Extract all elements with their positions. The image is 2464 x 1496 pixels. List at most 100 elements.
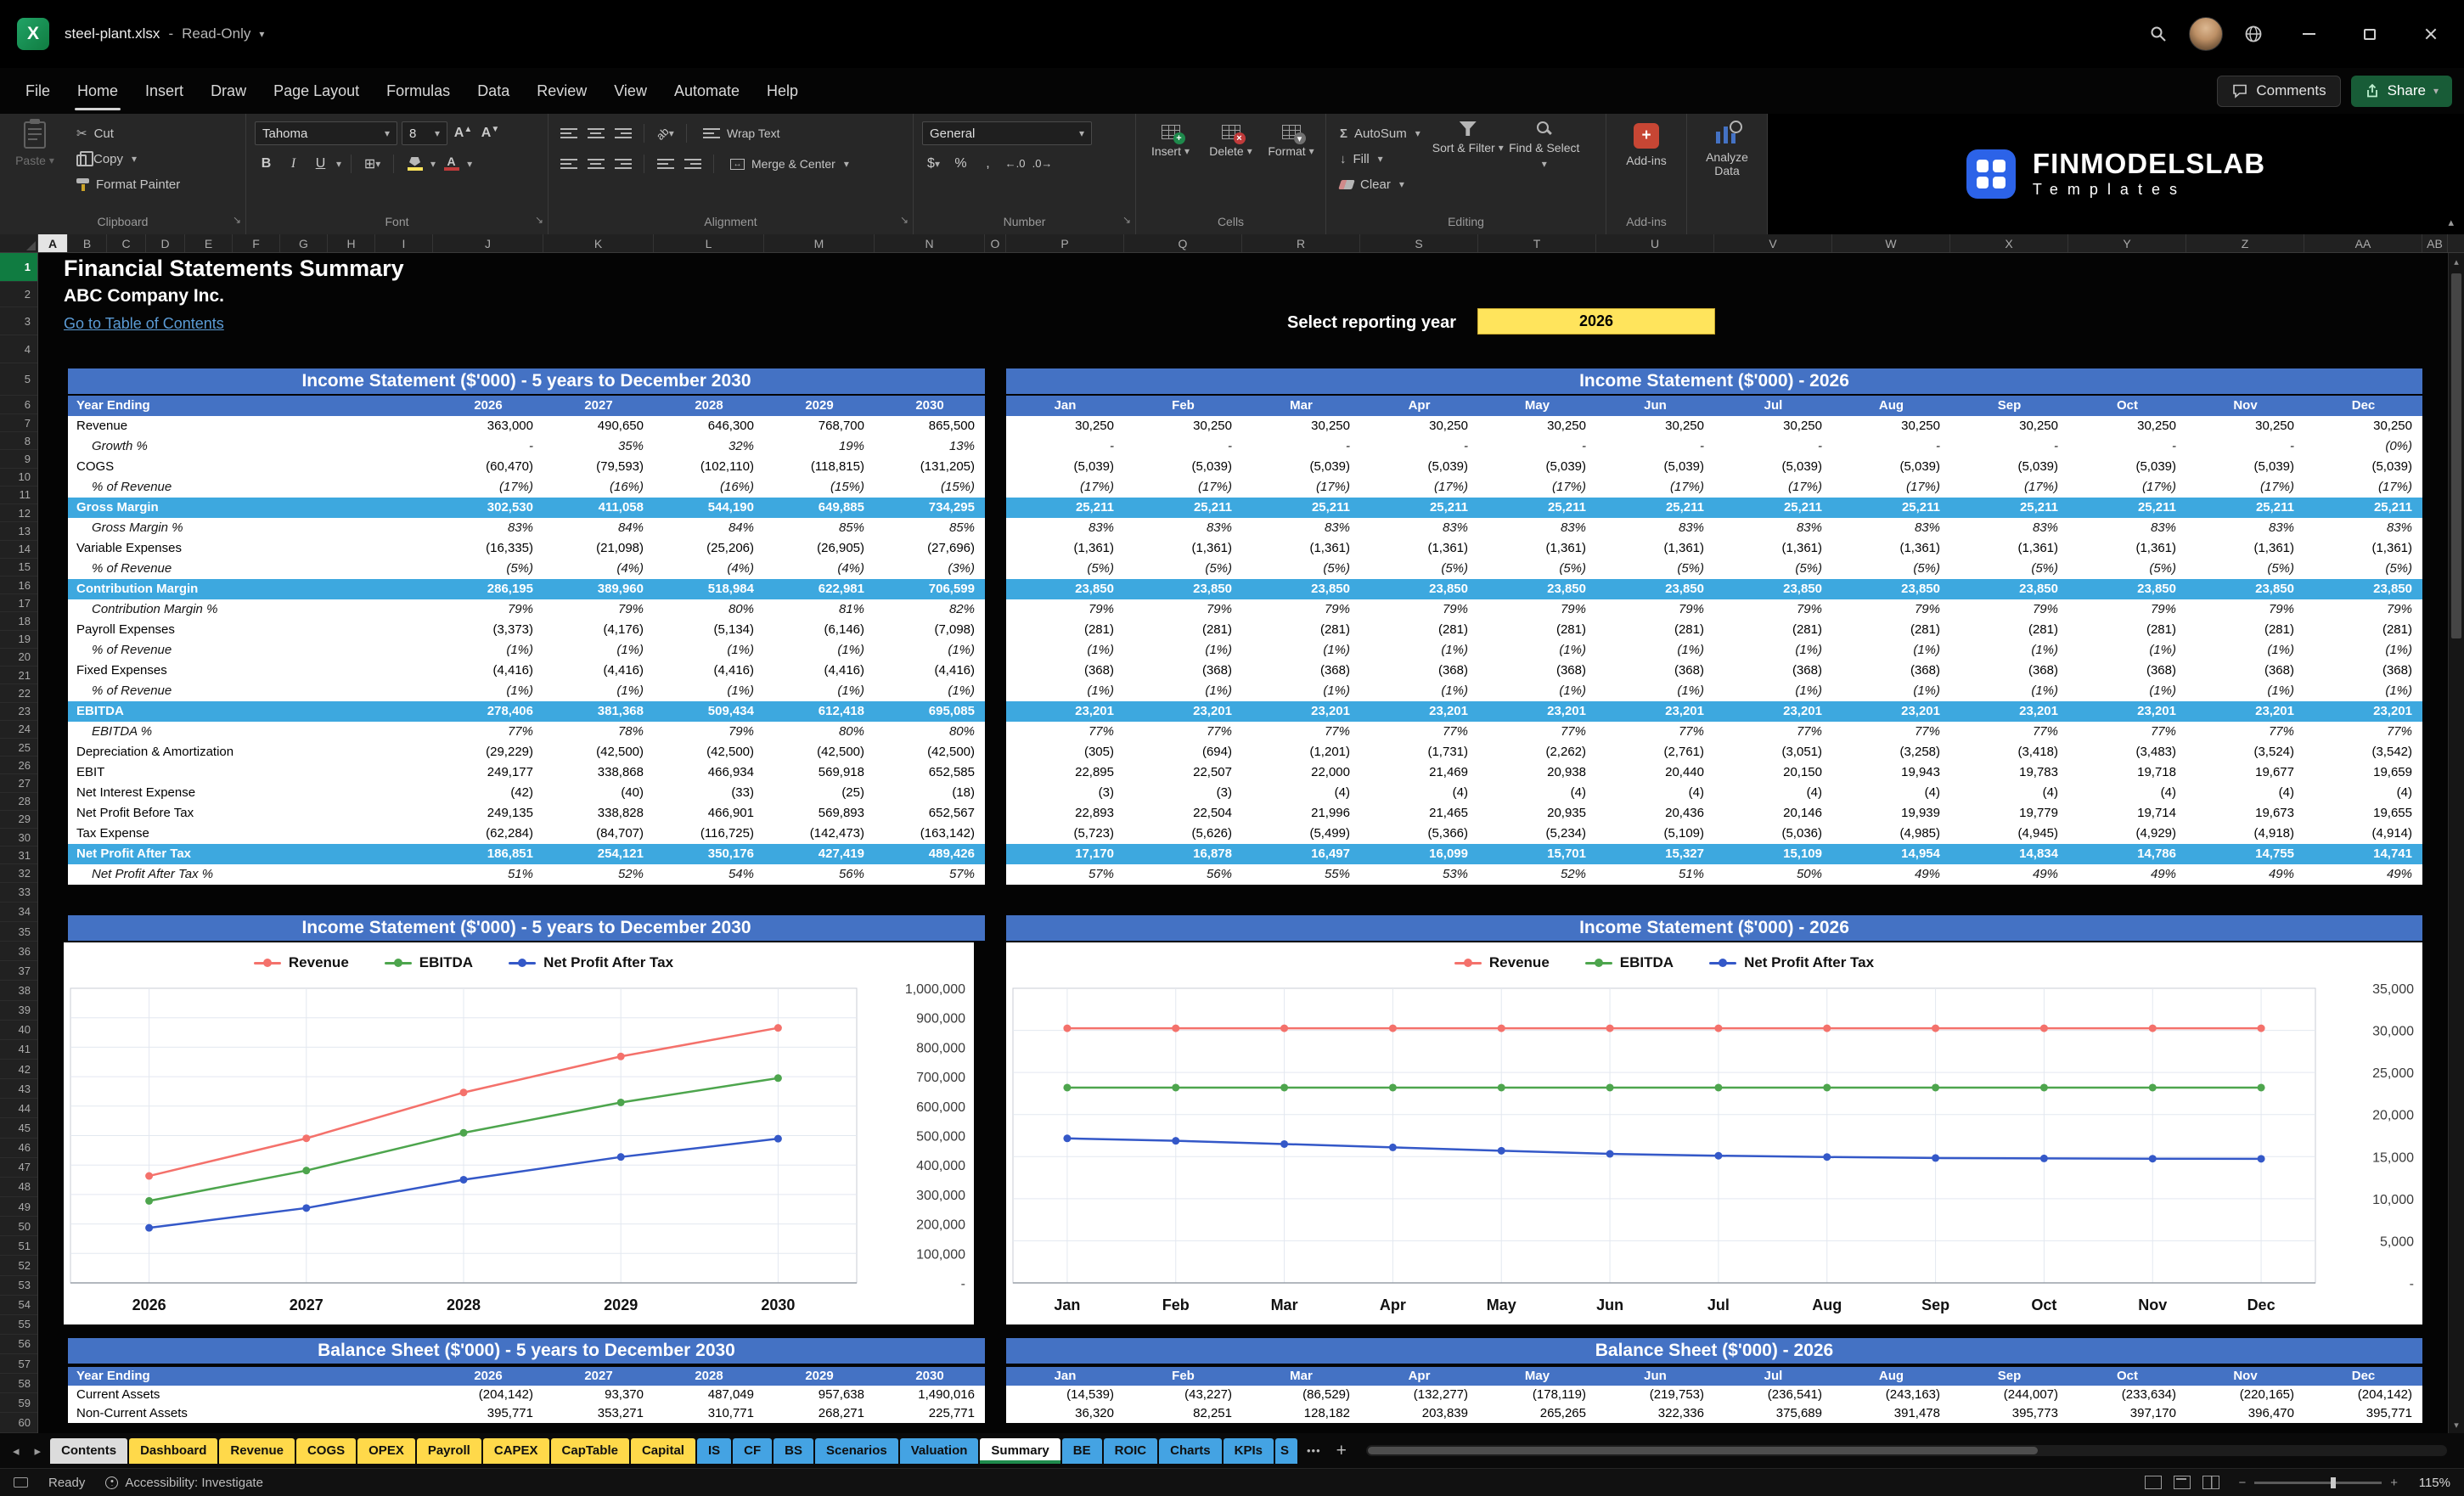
table-cell[interactable]: (1%) <box>1242 640 1360 661</box>
table-cell[interactable]: - <box>2186 436 2304 457</box>
table-cell[interactable]: (1,361) <box>1124 538 1242 559</box>
table-cell[interactable]: 23,850 <box>2304 579 2422 599</box>
table-cell[interactable]: - <box>1006 436 1124 457</box>
table-cell[interactable]: Dec <box>2304 396 2422 416</box>
table-cell[interactable]: 57% <box>1006 864 1124 885</box>
table-cell[interactable]: 14,954 <box>1832 844 1950 864</box>
table-cell[interactable]: - <box>1832 436 1950 457</box>
table-cell[interactable]: (18) <box>875 783 985 803</box>
table-cell[interactable]: 83% <box>2068 518 2186 538</box>
table-cell[interactable]: 30,250 <box>1596 416 1714 436</box>
table-cell[interactable]: (62,284) <box>433 824 543 844</box>
table-cell[interactable]: 77% <box>1124 722 1242 742</box>
table-cell[interactable]: 23,850 <box>2186 579 2304 599</box>
column-header-f[interactable]: F <box>233 234 280 252</box>
table-cell[interactable]: (368) <box>2068 661 2186 681</box>
row-header-60[interactable]: 60 <box>0 1413 37 1432</box>
table-cell[interactable]: 77% <box>1478 722 1596 742</box>
chart-annual[interactable]: RevenueEBITDANet Profit After Tax-100,00… <box>64 942 974 1324</box>
table-cell[interactable]: (204,142) <box>433 1386 543 1404</box>
table-cell[interactable]: 19,718 <box>2068 762 2186 783</box>
table-cell[interactable]: (5%) <box>1360 559 1478 579</box>
table-cell[interactable]: 23,201 <box>1832 701 1950 722</box>
wrap-text-button[interactable]: Wrap Text <box>696 121 787 145</box>
table-cell[interactable]: 396,470 <box>2186 1404 2304 1423</box>
sheet-tab-cf[interactable]: CF <box>733 1438 772 1464</box>
zoom-in-icon[interactable]: + <box>2390 1476 2398 1490</box>
row-header-45[interactable]: 45 <box>0 1118 37 1138</box>
tab-scroll-left-button[interactable]: ◂ <box>7 1443 25 1459</box>
table-cell[interactable]: 957,638 <box>764 1386 875 1404</box>
table-cell[interactable]: 2028 <box>654 396 764 416</box>
table-cell[interactable]: (5,039) <box>1714 457 1832 477</box>
table-cell[interactable]: (5,499) <box>1242 824 1360 844</box>
row-header-14[interactable]: 14 <box>0 541 37 559</box>
table-cell[interactable]: (694) <box>1124 742 1242 762</box>
table-cell[interactable]: (7,098) <box>875 620 985 640</box>
avatar[interactable] <box>2189 17 2223 51</box>
table-cell[interactable]: (3,373) <box>433 620 543 640</box>
table-cell[interactable]: 83% <box>1124 518 1242 538</box>
table-cell[interactable]: 23,850 <box>1124 579 1242 599</box>
menu-tab-insert[interactable]: Insert <box>132 68 197 114</box>
table-cell[interactable]: 30,250 <box>1950 416 2068 436</box>
row-header-8[interactable]: 8 <box>0 432 37 450</box>
scroll-down-icon[interactable]: ▾ <box>2449 1416 2464 1433</box>
increase-decimal-button[interactable]: ←.0 <box>1004 152 1027 175</box>
table-cell[interactable]: 20,935 <box>1478 803 1596 824</box>
borders-button[interactable]: ⊞▾ <box>361 152 384 175</box>
table-cell[interactable]: 265,265 <box>1478 1404 1596 1423</box>
table-cell[interactable]: Non-Current Assets <box>68 1404 433 1423</box>
row-header-25[interactable]: 25 <box>0 739 37 756</box>
sheet-tab-summary[interactable]: Summary <box>980 1438 1060 1464</box>
table-cell[interactable]: Nov <box>2186 1367 2304 1386</box>
table-cell[interactable]: 25,211 <box>1478 498 1596 518</box>
align-top-button[interactable] <box>557 122 580 145</box>
table-cell[interactable]: (1,361) <box>2068 538 2186 559</box>
table-cell[interactable]: Net Profit After Tax % <box>68 864 433 885</box>
table-cell[interactable]: 19,939 <box>1832 803 1950 824</box>
column-header-z[interactable]: Z <box>2186 234 2304 252</box>
row-header-2[interactable]: 2 <box>0 282 37 307</box>
table-cell[interactable]: 268,271 <box>764 1404 875 1423</box>
table-cell[interactable]: % of Revenue <box>68 559 433 579</box>
table-cell[interactable]: 25,211 <box>1714 498 1832 518</box>
table-cell[interactable]: Jul <box>1714 1367 1832 1386</box>
sheet-canvas[interactable]: Financial Statements Summary ABC Company… <box>38 253 2448 1433</box>
table-cell[interactable]: 77% <box>1360 722 1478 742</box>
table-cell[interactable]: 13% <box>875 436 985 457</box>
row-header-16[interactable]: 16 <box>0 576 37 594</box>
row-header-57[interactable]: 57 <box>0 1354 37 1374</box>
column-header-x[interactable]: X <box>1950 234 2068 252</box>
table-cell[interactable]: Tax Expense <box>68 824 433 844</box>
vertical-scrollbar[interactable]: ▴ ▾ <box>2448 253 2464 1433</box>
table-cell[interactable]: 30,250 <box>1478 416 1596 436</box>
table-cell[interactable]: 79% <box>1124 599 1242 620</box>
table-cell[interactable]: (42,500) <box>875 742 985 762</box>
table-cell[interactable]: 80% <box>875 722 985 742</box>
table-cell[interactable]: 16,878 <box>1124 844 1242 864</box>
table-cell[interactable]: (3,418) <box>1950 742 2068 762</box>
table-cell[interactable]: 83% <box>1478 518 1596 538</box>
table-cell[interactable]: (5,723) <box>1006 824 1124 844</box>
table-cell[interactable]: 14,755 <box>2186 844 2304 864</box>
table-cell[interactable]: (3,524) <box>2186 742 2304 762</box>
row-header-9[interactable]: 9 <box>0 450 37 468</box>
menu-tab-data[interactable]: Data <box>464 68 523 114</box>
table-cell[interactable]: 14,741 <box>2304 844 2422 864</box>
column-header-b[interactable]: B <box>68 234 107 252</box>
table-cell[interactable]: (1%) <box>1714 681 1832 701</box>
table-cell[interactable]: (243,163) <box>1832 1386 1950 1404</box>
table-cell[interactable]: 389,960 <box>543 579 654 599</box>
table-cell[interactable]: 52% <box>1478 864 1596 885</box>
table-cell[interactable]: (118,815) <box>764 457 875 477</box>
table-cell[interactable]: (4) <box>2186 783 2304 803</box>
sheet-tab-valuation[interactable]: Valuation <box>900 1438 979 1464</box>
table-cell[interactable]: 2026 <box>433 396 543 416</box>
table-cell[interactable]: (1%) <box>2068 681 2186 701</box>
table-cell[interactable]: 77% <box>2068 722 2186 742</box>
table-cell[interactable]: Revenue <box>68 416 433 436</box>
row-header-10[interactable]: 10 <box>0 469 37 486</box>
table-cell[interactable]: (43,227) <box>1124 1386 1242 1404</box>
table-cell[interactable]: Payroll Expenses <box>68 620 433 640</box>
